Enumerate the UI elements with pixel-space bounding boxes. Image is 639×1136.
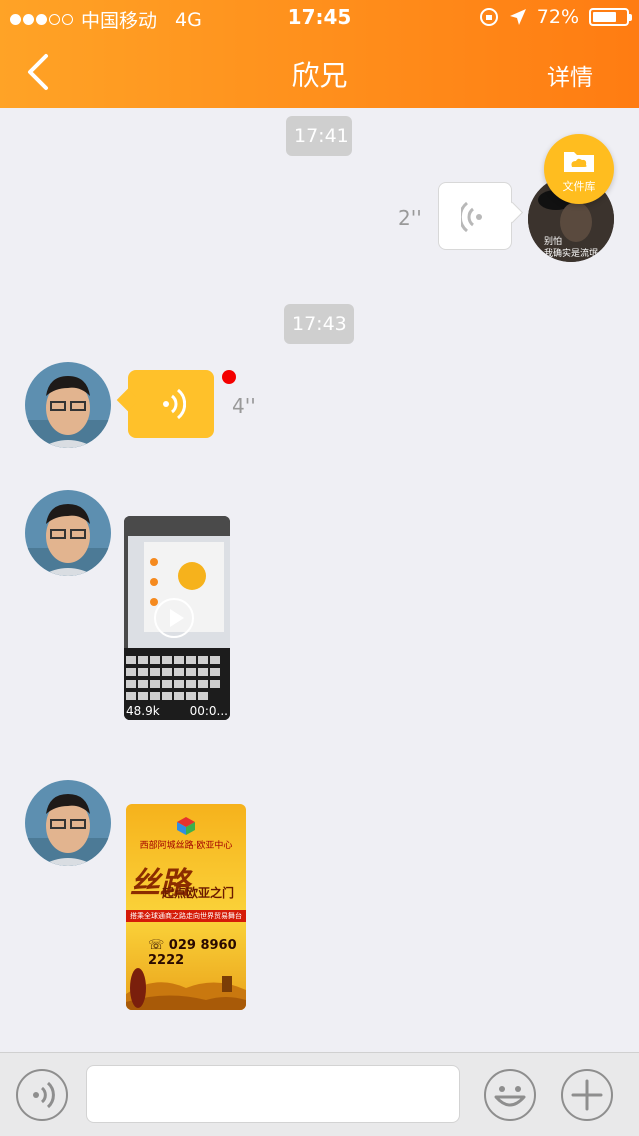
contact-avatar-image — [25, 362, 111, 448]
emoji-button[interactable] — [484, 1069, 536, 1121]
details-button[interactable]: 详情 — [547, 58, 593, 92]
more-button[interactable] — [561, 1069, 613, 1121]
voice-wave-icon — [461, 201, 482, 233]
voice-message-bubble[interactable] — [438, 182, 512, 250]
video-size: 48.9k — [126, 704, 160, 718]
contact-avatar-image — [25, 490, 111, 576]
video-length: 00:0... — [189, 704, 228, 718]
file-library-label: 文件库 — [562, 180, 596, 193]
timestamp: 17:41 — [286, 116, 352, 156]
poster-strip: 搭乘全球通商之路走向世界贸易舞台 — [126, 910, 246, 922]
voice-input-button[interactable] — [16, 1069, 68, 1121]
poster-landscape — [126, 968, 246, 1010]
video-caption: 48.9k 00:0... — [124, 704, 230, 718]
voice-duration: 2'' — [398, 206, 422, 230]
voice-wave-icon — [33, 1081, 55, 1109]
unread-indicator — [222, 370, 236, 384]
poster-slogan: 起点欧亚之门 — [162, 886, 235, 900]
contact-avatar[interactable] — [25, 780, 111, 866]
chat-area[interactable]: 17:41 2'' 别怕 我确实是流氓 文件库 17:43 4'' 48.9k … — [0, 108, 639, 1052]
battery-fill — [593, 12, 616, 22]
message-input[interactable] — [86, 1065, 460, 1123]
voice-wave-icon — [163, 388, 186, 420]
chat-title: 欣兄 — [291, 59, 348, 92]
status-right: 72% — [479, 6, 632, 28]
location-arrow-icon — [509, 9, 526, 25]
poster-brand: 西部阿城丝路·欧亚中心 — [139, 841, 233, 851]
contact-avatar[interactable] — [25, 362, 111, 448]
plus-icon — [571, 1079, 603, 1111]
file-library-button[interactable]: 文件库 — [544, 134, 614, 204]
timestamp: 17:43 — [284, 304, 354, 344]
rotation-lock-icon — [479, 8, 498, 26]
contact-avatar-image — [25, 780, 111, 866]
image-message[interactable]: 西部阿城丝路·欧亚中心 丝路 起点欧亚之门 搭乘全球通商之路走向世界贸易舞台 ☏… — [126, 804, 246, 1010]
battery-icon — [589, 8, 632, 26]
input-bar — [0, 1052, 639, 1136]
smiley-icon — [494, 1086, 526, 1107]
cloud-folder-icon — [564, 152, 594, 172]
nav-bar: 欣兄 详情 — [0, 36, 639, 108]
self-avatar-caption-2: 我确实是流氓 — [544, 249, 599, 259]
voice-message-bubble[interactable] — [128, 370, 214, 438]
status-bar: 中国移动 4G 17:45 72% — [0, 0, 639, 36]
voice-duration: 4'' — [232, 394, 256, 418]
battery-percent: 72% — [536, 6, 579, 28]
video-message[interactable]: 48.9k 00:0... — [124, 516, 230, 720]
top-bar: 中国移动 4G 17:45 72% 欣兄 详情 — [0, 0, 639, 108]
play-icon[interactable] — [154, 598, 194, 638]
poster-logo-icon — [177, 817, 195, 835]
contact-avatar[interactable] — [25, 490, 111, 576]
